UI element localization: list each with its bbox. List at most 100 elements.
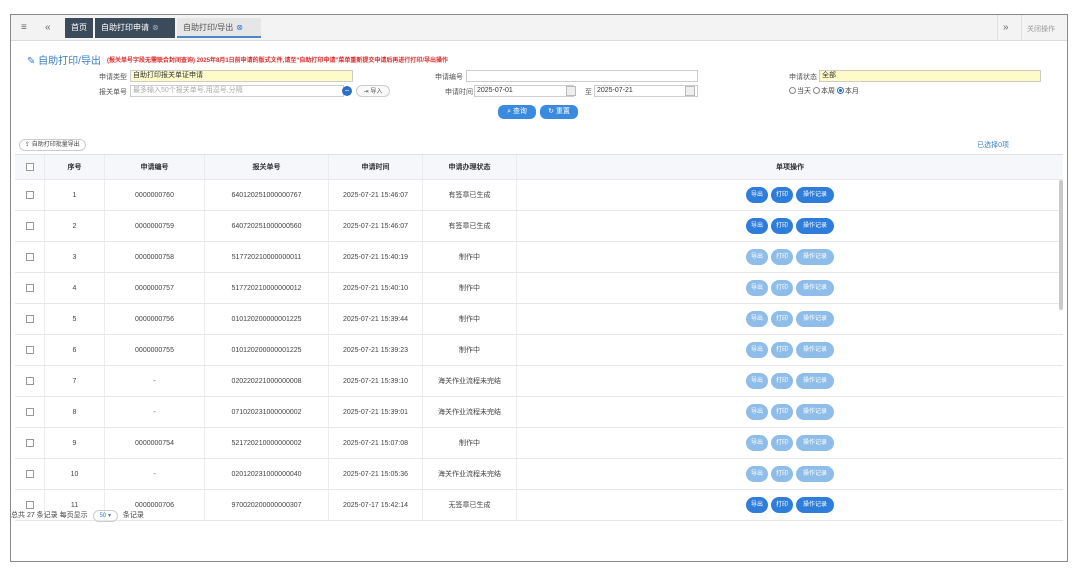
- export-button[interactable]: 导出: [746, 218, 768, 234]
- apply-type-select[interactable]: 自助打印报关单证申请: [130, 70, 353, 82]
- cell-operations: 导出 打印 操作记录: [517, 490, 1063, 520]
- print-button[interactable]: 打印: [771, 373, 793, 389]
- operation-log-button[interactable]: 操作记录: [796, 404, 834, 420]
- export-button[interactable]: 导出: [746, 342, 768, 358]
- tab-forward-icon[interactable]: »: [1003, 22, 1009, 33]
- row-checkbox[interactable]: [25, 346, 34, 354]
- cell-operations: 导出 打印 操作记录: [517, 180, 1063, 210]
- operation-buttons: 导出 打印 操作记录: [746, 280, 834, 296]
- row-checkbox[interactable]: [25, 284, 34, 292]
- print-button[interactable]: 打印: [771, 342, 793, 358]
- tab-label: 自助打印申请: [101, 23, 149, 32]
- operation-log-button[interactable]: 操作记录: [796, 466, 834, 482]
- calendar-icon[interactable]: [566, 86, 576, 96]
- row-checkbox[interactable]: [25, 439, 34, 447]
- export-button[interactable]: 导出: [746, 187, 768, 203]
- import-button[interactable]: ⇥ 导入: [356, 85, 390, 97]
- export-button[interactable]: 导出: [746, 466, 768, 482]
- close-all-button[interactable]: 关闭操作: [1027, 24, 1055, 34]
- radio-circle-selected: [836, 87, 844, 94]
- print-button[interactable]: 打印: [771, 466, 793, 482]
- operation-log-button[interactable]: 操作记录: [796, 280, 834, 296]
- export-button[interactable]: 导出: [746, 249, 768, 265]
- scrollbar[interactable]: [1059, 180, 1063, 310]
- row-checkbox-cell: [15, 211, 45, 241]
- date-to-input[interactable]: 2025-07-21: [594, 85, 698, 97]
- tab-home[interactable]: 首页: [65, 18, 93, 38]
- operation-log-button[interactable]: 操作记录: [796, 435, 834, 451]
- print-button[interactable]: 打印: [771, 311, 793, 327]
- row-checkbox[interactable]: [25, 222, 34, 230]
- cell-status: 制作中: [423, 428, 517, 458]
- operation-log-button[interactable]: 操作记录: [796, 249, 834, 265]
- cell-time: 2025-07-21 15:46:07: [329, 211, 423, 241]
- export-button[interactable]: 导出: [746, 311, 768, 327]
- select-all-checkbox[interactable]: [25, 163, 34, 171]
- cell-operations: 导出 打印 操作记录: [517, 366, 1063, 396]
- period-radio-group: 当天 本周 本月: [789, 86, 859, 96]
- calendar-icon[interactable]: [685, 86, 695, 96]
- operation-buttons: 导出 打印 操作记录: [746, 404, 834, 420]
- date-to-label: 至: [585, 89, 592, 96]
- table-row: 8-071020231000000002 2025-07-21 15:39:01 海…: [15, 397, 1063, 428]
- radio-today[interactable]: 当天: [789, 87, 811, 95]
- row-checkbox[interactable]: [25, 377, 34, 385]
- operation-log-button[interactable]: 操作记录: [796, 373, 834, 389]
- print-button[interactable]: 打印: [771, 497, 793, 513]
- batch-export-button[interactable]: ⇪ 自助打印批量导出: [19, 139, 86, 151]
- export-button[interactable]: 导出: [746, 373, 768, 389]
- cell-apply-no: 0000000755: [105, 335, 205, 365]
- cell-time: 2025-07-21 15:46:07: [329, 180, 423, 210]
- operation-log-button[interactable]: 操作记录: [796, 342, 834, 358]
- date-from-input[interactable]: 2025-07-01: [474, 85, 574, 97]
- row-checkbox[interactable]: [25, 501, 34, 509]
- close-icon[interactable]: ⊗: [236, 23, 243, 32]
- cell-decl-no: 521720210000000002: [205, 428, 329, 458]
- tab-self-print-export[interactable]: 自助打印/导出 ⊗: [177, 18, 261, 38]
- cell-status: 制作中: [423, 304, 517, 334]
- operation-buttons: 导出 打印 操作记录: [746, 435, 834, 451]
- operation-buttons: 导出 打印 操作记录: [746, 249, 834, 265]
- table-row: 10-020120231000000040 2025-07-21 15:05:36…: [15, 459, 1063, 490]
- menu-icon[interactable]: ≡: [21, 22, 27, 33]
- export-button[interactable]: 导出: [746, 435, 768, 451]
- print-button[interactable]: 打印: [771, 404, 793, 420]
- table-row: 4 0000000757 517720210000000012 2025-07-21 …: [15, 273, 1063, 304]
- row-checkbox[interactable]: [25, 315, 34, 323]
- row-checkbox[interactable]: [25, 191, 34, 199]
- print-button[interactable]: 打印: [771, 218, 793, 234]
- edit-icon: ✎: [27, 56, 36, 67]
- operation-log-button[interactable]: 操作记录: [796, 187, 834, 203]
- close-icon[interactable]: ⊗: [152, 23, 159, 32]
- operation-log-button[interactable]: 操作记录: [796, 311, 834, 327]
- cell-apply-no: 0000000757: [105, 273, 205, 303]
- print-button[interactable]: 打印: [771, 280, 793, 296]
- chevron-down-icon: ▾: [107, 513, 111, 519]
- operation-log-button[interactable]: 操作记录: [796, 497, 834, 513]
- cell-status: 海关作业流程未完结: [423, 459, 517, 489]
- export-button[interactable]: 导出: [746, 280, 768, 296]
- row-checkbox[interactable]: [25, 253, 34, 261]
- cell-operations: 导出 打印 操作记录: [517, 335, 1063, 365]
- tab-self-print-apply[interactable]: 自助打印申请 ⊗: [95, 18, 175, 38]
- radio-week[interactable]: 本周: [812, 87, 835, 95]
- status-select[interactable]: 全部: [819, 70, 1041, 82]
- operation-log-button[interactable]: 操作记录: [796, 218, 834, 234]
- print-button[interactable]: 打印: [771, 249, 793, 265]
- search-button[interactable]: ⌕ 查询: [498, 105, 536, 119]
- print-button[interactable]: 打印: [771, 187, 793, 203]
- export-button[interactable]: 导出: [746, 497, 768, 513]
- export-button[interactable]: 导出: [746, 404, 768, 420]
- row-checkbox[interactable]: [25, 470, 34, 478]
- tab-back-icon[interactable]: «: [45, 22, 51, 33]
- minus-icon[interactable]: −: [342, 86, 352, 96]
- apply-no-input[interactable]: [466, 70, 698, 82]
- cell-operations: 导出 打印 操作记录: [517, 273, 1063, 303]
- page-size-select[interactable]: 50 ▾: [92, 510, 118, 522]
- declaration-no-input[interactable]: 最多输入50个报关单号,用逗号,分隔: [130, 85, 344, 97]
- cell-status: 制作中: [423, 335, 517, 365]
- print-button[interactable]: 打印: [771, 435, 793, 451]
- radio-month[interactable]: 本月: [836, 87, 859, 95]
- reset-button[interactable]: ↻ 重置: [540, 105, 578, 119]
- row-checkbox[interactable]: [25, 408, 34, 416]
